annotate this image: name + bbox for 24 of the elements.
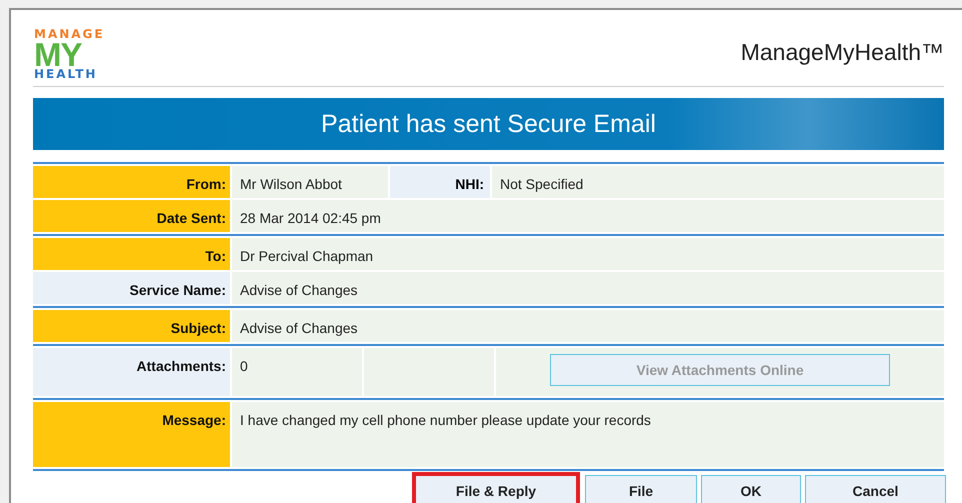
action-button[interactable]: File [585, 475, 697, 503]
action-button[interactable]: File & Reply [415, 475, 577, 503]
field-value: Dr Percival Chapman [232, 238, 944, 270]
logo-text: HEALTH [34, 68, 98, 80]
field-value: I have changed my cell phone number please update your records [232, 402, 944, 467]
field-label: NHI: [390, 166, 490, 198]
field-value: 0 [232, 348, 362, 396]
field-label: Service Name: [33, 272, 230, 304]
brand-name: ManageMyHealth™ [740, 39, 944, 66]
field-label: Date Sent: [33, 200, 230, 232]
field-label: Subject: [33, 310, 230, 342]
action-button[interactable]: Cancel [805, 475, 946, 503]
logo-text: MANAGE [34, 28, 105, 40]
field-label: From: [33, 166, 230, 198]
field-value: Advise of Changes [232, 310, 944, 342]
field-value: 28 Mar 2014 02:45 pm [232, 200, 944, 232]
field-value: Mr Wilson Abbot [232, 166, 388, 198]
banner-title: Patient has sent Secure Email [33, 98, 944, 150]
field-label: To: [33, 238, 230, 270]
field-label: Message: [33, 402, 230, 467]
action-button[interactable]: OK [701, 475, 801, 503]
field-value: Advise of Changes [232, 272, 944, 304]
field-value: Not Specified [492, 166, 944, 198]
field-label: Attachments: [33, 348, 230, 396]
